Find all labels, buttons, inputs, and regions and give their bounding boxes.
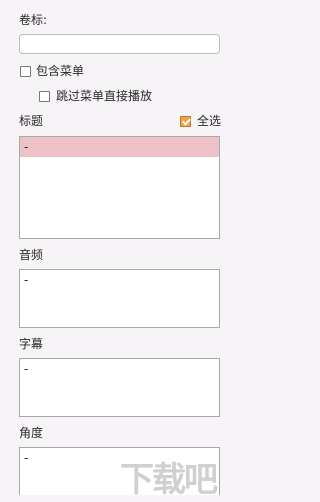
titles-label: 标题 — [19, 114, 44, 128]
select-all-checkbox[interactable] — [180, 116, 191, 127]
select-all-label: 全选 — [197, 114, 222, 128]
angle-label: 角度 — [19, 426, 44, 440]
skip-menu-checkbox[interactable] — [39, 91, 50, 102]
subtitles-label: 字幕 — [19, 337, 44, 351]
audio-list-item[interactable]: - — [20, 270, 219, 290]
watermark-logo: 下载吧 — [120, 460, 218, 500]
volume-label: 卷标: — [19, 13, 48, 27]
include-menu-checkbox[interactable] — [20, 66, 31, 77]
volume-input[interactable] — [19, 34, 220, 54]
titles-list-item[interactable]: - — [20, 137, 219, 157]
subtitles-list[interactable]: - — [19, 358, 220, 417]
skip-menu-label: 跳过菜单直接播放 — [56, 89, 153, 103]
titles-list[interactable]: - — [19, 136, 220, 239]
subtitles-list-item[interactable]: - — [20, 359, 219, 379]
audio-list[interactable]: - — [19, 269, 220, 328]
include-menu-label: 包含菜单 — [36, 64, 85, 78]
audio-label: 音频 — [19, 248, 44, 262]
